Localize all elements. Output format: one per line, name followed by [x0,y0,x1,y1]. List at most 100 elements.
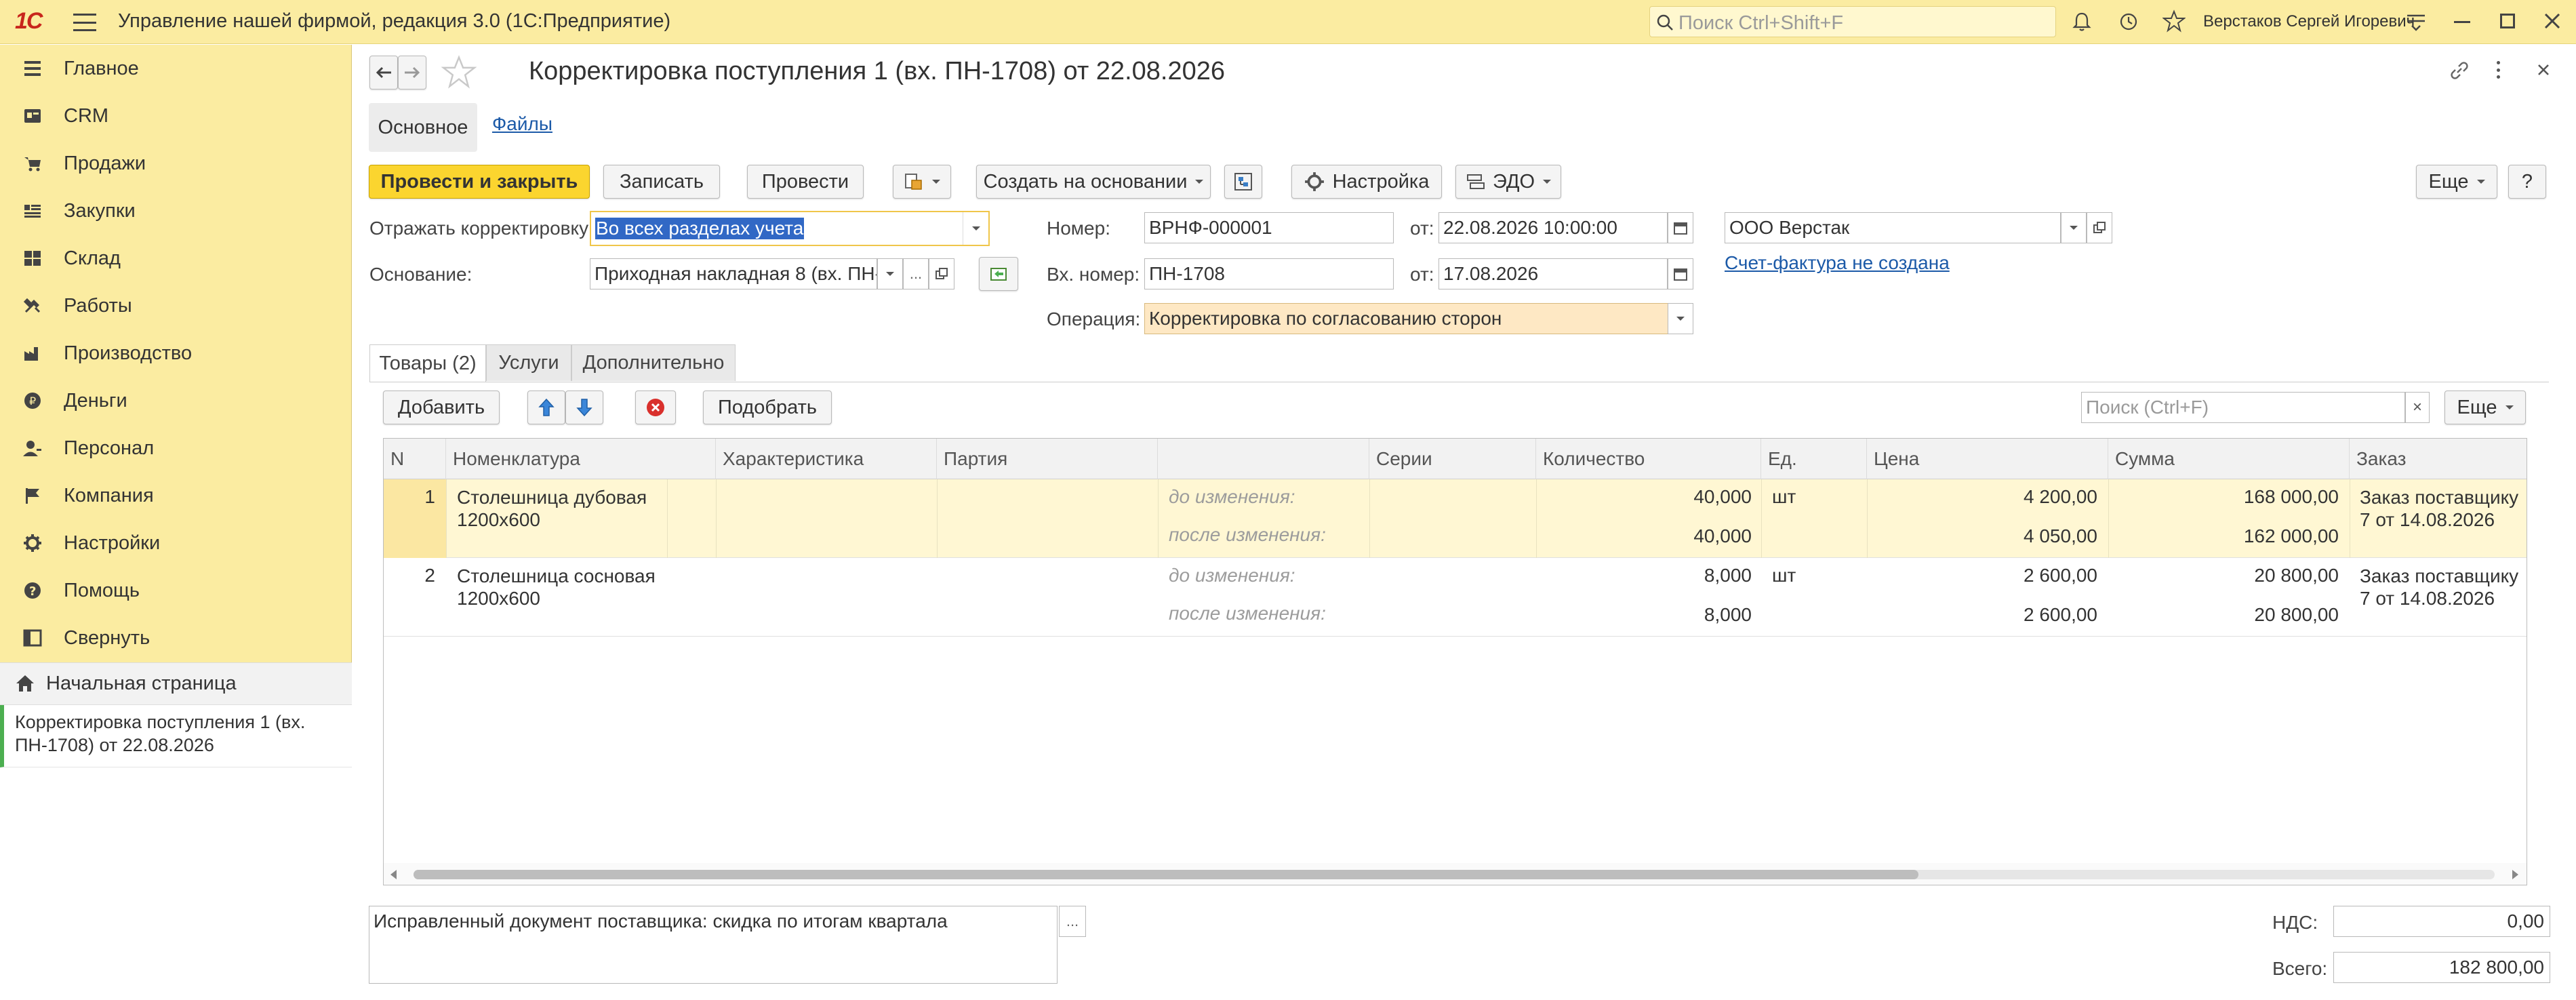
settings-button[interactable]: Настройка [1291,165,1442,199]
row-order: Заказ поставщику 7 от 14.08.2026 [2360,565,2519,609]
create-based-on-button[interactable]: Создать на основании [976,165,1211,199]
settings-lines-icon[interactable] [2405,12,2427,31]
scroll-thumb[interactable] [414,870,1918,879]
tab-files[interactable]: Файлы [492,113,552,135]
date-field[interactable]: 22.08.2026 10:00:00 [1438,212,1668,243]
start-page-link[interactable]: Начальная страница [0,663,352,705]
sidebar-item-company[interactable]: Компания [0,472,352,519]
pick-button[interactable]: Подобрать [703,391,832,424]
edo-button[interactable]: ЭДО [1455,165,1561,199]
user-name[interactable]: Верстаков Сергей Игоревич [2203,12,2415,31]
post-button[interactable]: Провести [747,165,864,199]
basis-select-button[interactable]: ... [903,258,929,289]
sidebar-item-warehouse[interactable]: Склад [0,235,352,282]
save-button[interactable]: Записать [603,165,720,199]
number-field[interactable]: ВРНФ-000001 [1144,212,1394,243]
table-search-input[interactable]: Поиск (Ctrl+F) [2081,392,2405,423]
move-up-button[interactable] [527,391,565,424]
tab-additional[interactable]: Дополнительно [571,344,736,381]
minimize-icon[interactable] [2454,21,2470,23]
col-quantity[interactable]: Количество [1536,439,1761,479]
close-form-icon[interactable] [2537,63,2550,77]
counterparty-field[interactable]: ООО Верстак [1725,212,2061,243]
col-characteristic[interactable]: Характеристика [716,439,937,479]
search-icon [1657,14,1673,31]
help-button[interactable]: ? [2508,165,2546,199]
scroll-right-icon[interactable] [2512,870,2518,879]
add-row-button[interactable]: Добавить [383,391,500,424]
invoice-link[interactable]: Счет-фактура не создана [1725,252,1950,274]
col-price[interactable]: Цена [1867,439,2108,479]
maximize-icon[interactable] [2500,14,2515,28]
forward-button[interactable] [398,56,426,89]
basis-open[interactable] [929,258,954,289]
more-button[interactable]: Еще [2416,165,2497,199]
col-order[interactable]: Заказ [2350,439,2527,479]
sidebar-item-purchases[interactable]: Закупки [0,187,352,235]
col-n[interactable]: N [384,439,446,479]
col-sum[interactable]: Сумма [2108,439,2350,479]
flag-icon [22,485,43,506]
comment-edit-button[interactable]: ... [1059,906,1086,937]
col-unit[interactable]: Ед. [1761,439,1867,479]
delete-row-button[interactable] [635,391,676,424]
counterparty-dropdown[interactable] [2061,212,2087,243]
in-number-field[interactable]: ПН-1708 [1144,258,1394,289]
fill-icon [990,268,1007,281]
table-row[interactable]: 2 Столешница сосновая 1200x600 до измене… [384,558,2527,637]
global-search-input[interactable]: Поиск Ctrl+Shift+F [1649,6,2056,37]
sidebar-item-works[interactable]: Работы [0,282,352,329]
vat-value: 0,00 [2333,906,2550,937]
in-date-calendar-button[interactable] [1668,258,1693,289]
more-actions-icon[interactable] [2497,61,2501,79]
post-and-close-button[interactable]: Провести и закрыть [369,165,590,199]
fill-from-basis-button[interactable] [979,257,1018,291]
sidebar-item-staff[interactable]: Персонал [0,424,352,472]
close-window-icon[interactable] [2543,12,2561,30]
arrow-right-icon [405,66,420,79]
back-button[interactable] [369,56,398,89]
in-date-field[interactable]: 17.08.2026 [1438,258,1668,289]
sidebar-item-settings[interactable]: Настройки [0,519,352,567]
sidebar-item-sales[interactable]: Продажи [0,140,352,187]
sidebar-item-main[interactable]: Главное [0,45,352,92]
chevron-down-icon[interactable] [963,212,988,245]
total-label: Всего: [2272,958,2328,979]
scroll-left-icon[interactable] [390,870,397,879]
main-menu-icon[interactable] [73,14,96,31]
sidebar-item-help[interactable]: ? Помощь [0,567,352,614]
operation-select[interactable]: Корректировка по согласованию сторон [1144,303,1669,334]
basis-field[interactable]: Приходная накладная 8 (вх. ПН-1 [590,258,877,289]
svg-text:?: ? [29,584,36,599]
sidebar-item-crm[interactable]: CRM [0,92,352,140]
horizontal-scrollbar[interactable] [384,863,2527,885]
comment-field[interactable]: Исправленный документ поставщика: скидка… [369,906,1058,984]
clear-search-button[interactable]: × [2405,392,2430,423]
table-more-button[interactable]: Еще [2444,391,2526,424]
sidebar-item-money[interactable]: ₽ Деньги [0,377,352,424]
link-icon[interactable] [2449,60,2470,81]
basis-dropdown[interactable] [877,258,903,289]
counterparty-open[interactable] [2087,212,2112,243]
table-row[interactable]: 1 Столешница дубовая 1200x600 до изменен… [384,479,2527,558]
favorite-star-icon[interactable] [441,54,477,89]
sidebar-item-production[interactable]: Производство [0,329,352,377]
calendar-button[interactable] [1668,212,1693,243]
operation-dropdown[interactable] [1668,303,1693,334]
sidebar-item-collapse[interactable]: Свернуть [0,614,352,662]
factory-icon [22,342,43,364]
tab-goods[interactable]: Товары (2) [369,344,486,382]
history-icon[interactable] [2118,11,2139,33]
col-series[interactable]: Серии [1369,439,1536,479]
move-down-button[interactable] [565,391,603,424]
col-batch[interactable]: Партия [937,439,1158,479]
reflect-select[interactable]: Во всех разделах учета [590,211,990,246]
open-window-current[interactable]: Корректировка поступления 1 (вх. ПН-1708… [0,705,352,767]
tab-services[interactable]: Услуги [486,344,571,381]
col-nomenclature[interactable]: Номенклатура [446,439,716,479]
print-dropdown-button[interactable] [893,165,951,199]
favorites-star-icon[interactable] [2162,9,2186,33]
bell-icon[interactable] [2071,11,2093,33]
structure-button[interactable] [1224,165,1262,199]
tab-main[interactable]: Основное [369,103,477,152]
